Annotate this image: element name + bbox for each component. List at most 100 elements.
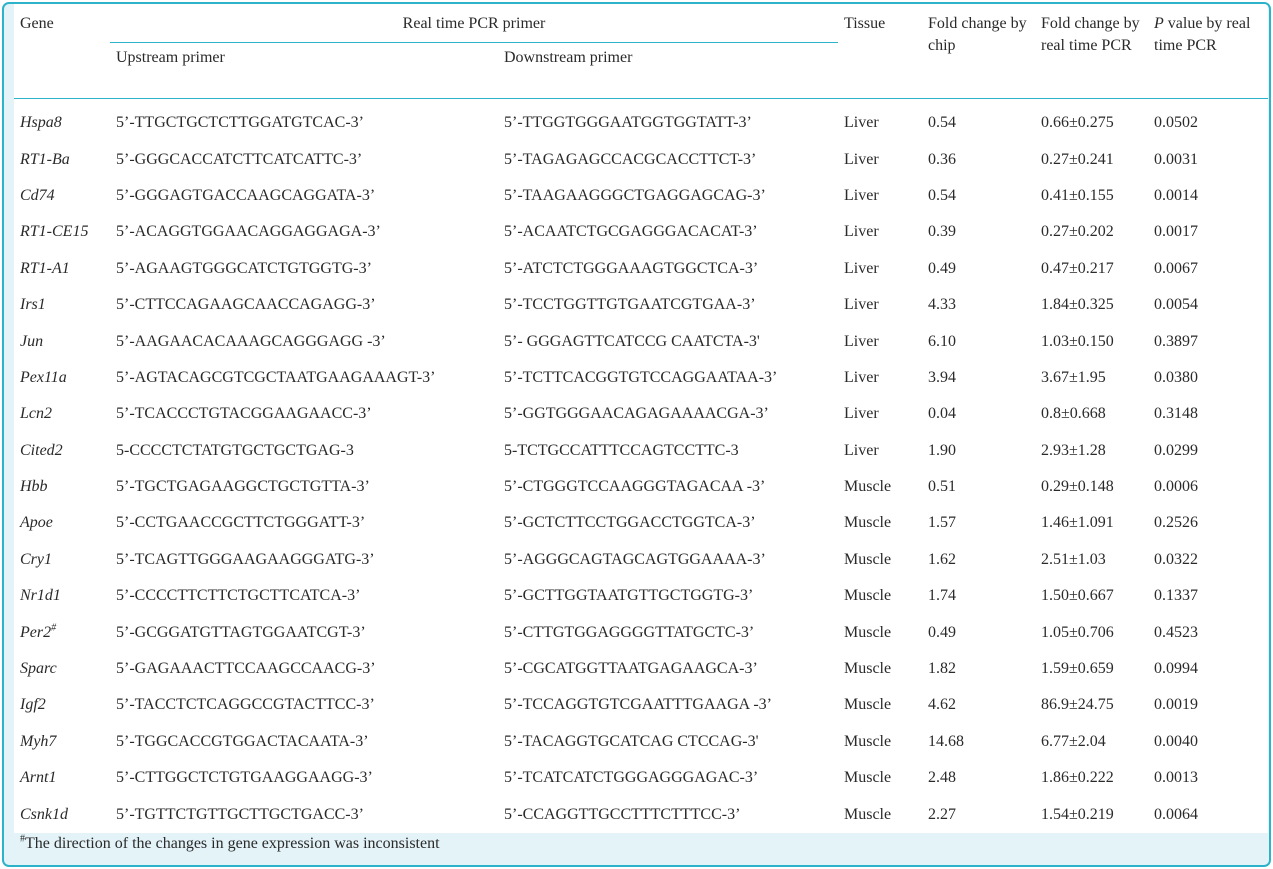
cell-fold-change-pcr: 0.66±0.275 [1035, 99, 1148, 142]
cell-p-value: 0.1337 [1148, 578, 1268, 614]
cell-upstream-primer: 5’-GAGAAACTTCCAAGCCAACG-3’ [110, 651, 498, 687]
cell-fold-change-chip: 1.62 [922, 542, 1035, 578]
cell-upstream-primer-text: 5-CCCCTCTATGTGCTGCTGAG-3 [116, 441, 354, 459]
cell-tissue: Liver [838, 360, 922, 396]
cell-gene: Hbb [14, 469, 110, 505]
header-p-value: P value by real time PCR [1148, 4, 1268, 99]
cell-p-value: 0.0067 [1148, 251, 1268, 287]
table-row: Sparc 5’-GAGAAACTTCCAAGCCAACG-3’ 5’-CGCATG… [14, 651, 1268, 687]
cell-gene-text: Csnk1d [20, 805, 68, 823]
cell-tissue: Liver [838, 251, 922, 287]
cell-downstream-primer: 5’-CTTGTGGAGGGGTTATGCTC-3’ [498, 614, 838, 650]
cell-tissue: Muscle [838, 614, 922, 650]
table-row: RT1-A1 5’-AGAAGTGGGCATCTGTGGTG-3’ 5’-ATCTC… [14, 251, 1268, 287]
cell-downstream-primer: 5’-TCATCATCTGGGAGGGAGAC-3’ [498, 760, 838, 796]
cell-p-value-text: 0.0299 [1154, 441, 1198, 459]
cell-fold-change-chip: 1.57 [922, 505, 1035, 541]
cell-fold-change-chip: 2.48 [922, 760, 1035, 796]
cell-tissue-text: Liver [844, 259, 879, 277]
cell-p-value: 0.0994 [1148, 651, 1268, 687]
cell-fold-change-pcr: 2.93±1.28 [1035, 433, 1148, 469]
cell-upstream-primer: 5’-TACCTCTCAGGCCGTACTTCC-3’ [110, 687, 498, 723]
cell-p-value-text: 0.0067 [1154, 259, 1198, 277]
cell-fold-change-pcr: 1.84±0.325 [1035, 287, 1148, 323]
cell-gene: Myh7 [14, 724, 110, 760]
cell-downstream-primer: 5’- GGGAGTTCATCCG CAATCTA-3' [498, 323, 838, 359]
cell-gene: Lcn2 [14, 396, 110, 432]
cell-fold-change-chip-text: 0.54 [928, 186, 956, 204]
cell-tissue-text: Liver [844, 405, 879, 423]
cell-gene-text: Igf2 [20, 696, 46, 714]
cell-gene: Pex11a [14, 360, 110, 396]
table-row: Csnk1d 5’-TGTTCTGTTGCTTGCTGACC-3’ 5’-CCAGG… [14, 796, 1268, 832]
header-primer-group: Real time PCR primer [402, 15, 546, 32]
cell-fold-change-pcr-text: 1.84±0.325 [1041, 296, 1114, 314]
cell-upstream-primer-text: 5’-TGCTGAGAAGGCTGCTGTTA-3’ [116, 478, 370, 496]
cell-upstream-primer-text: 5’-TCAGTTGGGAAGAAGGGATG-3’ [116, 550, 375, 568]
cell-gene-text: RT1-Ba [20, 150, 70, 168]
cell-upstream-primer: 5’-CCTGAACCGCTTCTGGGATT-3’ [110, 505, 498, 541]
cell-fold-change-pcr: 1.05±0.706 [1035, 614, 1148, 650]
cell-downstream-primer: 5’-ACAATCTGCGAGGGACACAT-3’ [498, 214, 838, 250]
cell-gene: Arnt1 [14, 760, 110, 796]
cell-p-value: 0.0013 [1148, 760, 1268, 796]
cell-gene-text: Apoe [20, 514, 53, 532]
cell-fold-change-chip: 4.33 [922, 287, 1035, 323]
cell-p-value: 0.0017 [1148, 214, 1268, 250]
cell-downstream-primer: 5’-TAAGAAGGGCTGAGGAGCAG-3’ [498, 178, 838, 214]
cell-fold-change-chip-text: 1.90 [928, 441, 956, 459]
cell-fold-change-chip: 6.10 [922, 323, 1035, 359]
cell-fold-change-pcr: 3.67±1.95 [1035, 360, 1148, 396]
cell-p-value-text: 0.0054 [1154, 296, 1198, 314]
cell-p-value-text: 0.4523 [1154, 623, 1198, 641]
cell-fold-change-chip: 0.49 [922, 614, 1035, 650]
cell-tissue: Liver [838, 99, 922, 142]
cell-fold-change-chip: 0.54 [922, 99, 1035, 142]
cell-downstream-primer-text: 5’-GGTGGGAACAGAGAAAACGA-3’ [504, 405, 769, 423]
cell-gene: Nr1d1 [14, 578, 110, 614]
cell-upstream-primer-text: 5’-ACAGGTGGAACAGGAGGAGA-3’ [116, 223, 381, 241]
cell-downstream-primer-text: 5’-TCATCATCTGGGAGGGAGAC-3’ [504, 769, 759, 787]
cell-tissue-text: Liver [844, 150, 879, 168]
cell-gene-text: Irs1 [20, 296, 46, 314]
cell-p-value: 0.3897 [1148, 323, 1268, 359]
header-p-rest: value by real time PCR [1154, 15, 1251, 54]
cell-downstream-primer: 5’-TCCTGGTTGTGAATCGTGAA-3’ [498, 287, 838, 323]
cell-upstream-primer-text: 5’-TGGCACCGTGGACTACAATA-3’ [116, 732, 369, 750]
cell-tissue-text: Liver [844, 332, 879, 350]
cell-tissue: Muscle [838, 469, 922, 505]
cell-fold-change-chip-text: 2.48 [928, 769, 956, 787]
cell-p-value: 0.2526 [1148, 505, 1268, 541]
cell-fold-change-pcr-text: 0.66±0.275 [1041, 114, 1114, 132]
cell-upstream-primer-text: 5’-AGTACAGCGTCGCTAATGAAGAAAGT-3’ [116, 368, 436, 386]
cell-p-value-text: 0.0322 [1154, 550, 1198, 568]
cell-fold-change-chip-text: 6.10 [928, 332, 956, 350]
cell-upstream-primer-text: 5’-CTTGGCTCTGTGAAGGAAGG-3’ [116, 769, 373, 787]
cell-upstream-primer: 5’-CTTGGCTCTGTGAAGGAAGG-3’ [110, 760, 498, 796]
cell-fold-change-pcr: 1.50±0.667 [1035, 578, 1148, 614]
cell-tissue-text: Muscle [844, 514, 892, 532]
cell-p-value-text: 0.0502 [1154, 114, 1198, 132]
table-row: Irs1 5’-CTTCCAGAAGCAACCAGAGG-3’ 5’-TCCTGGT… [14, 287, 1268, 323]
cell-downstream-primer: 5’-TAGAGAGCCACGCACCTTCT-3’ [498, 141, 838, 177]
cell-upstream-primer: 5’-CCCCTTCTTCTGCTTCATCA-3’ [110, 578, 498, 614]
cell-p-value: 0.0031 [1148, 141, 1268, 177]
cell-gene-text: Hbb [20, 478, 48, 496]
cell-downstream-primer-text: 5-TCTGCCATTTCCAGTCCTTC-3 [504, 441, 739, 459]
cell-fold-change-chip-text: 0.36 [928, 150, 956, 168]
cell-gene: Apoe [14, 505, 110, 541]
cell-p-value-text: 0.3148 [1154, 405, 1198, 423]
cell-tissue: Muscle [838, 724, 922, 760]
cell-downstream-primer: 5’-TCCAGGTGTCGAATTTGAAGA -3’ [498, 687, 838, 723]
cell-fold-change-pcr: 0.8±0.668 [1035, 396, 1148, 432]
header-upstream: Upstream primer [110, 42, 498, 99]
cell-fold-change-chip-text: 1.74 [928, 587, 956, 605]
cell-upstream-primer-text: 5’-TCACCCTGTACGGAAGAACC-3’ [116, 405, 372, 423]
cell-upstream-primer: 5’-GCGGATGTTAGTGGAATCGT-3’ [110, 614, 498, 650]
table-row: Nr1d1 5’-CCCCTTCTTCTGCTTCATCA-3’ 5’-GCTTGG… [14, 578, 1268, 614]
cell-upstream-primer: 5’-TTGCTGCTCTTGGATGTCAC-3’ [110, 99, 498, 142]
cell-upstream-primer: 5’-AAGAACACAAAGCAGGGAGG -3’ [110, 323, 498, 359]
cell-tissue-text: Liver [844, 114, 879, 132]
cell-downstream-primer: 5’-GCTCTTCCTGGACCTGGTCA-3’ [498, 505, 838, 541]
cell-tissue: Liver [838, 323, 922, 359]
